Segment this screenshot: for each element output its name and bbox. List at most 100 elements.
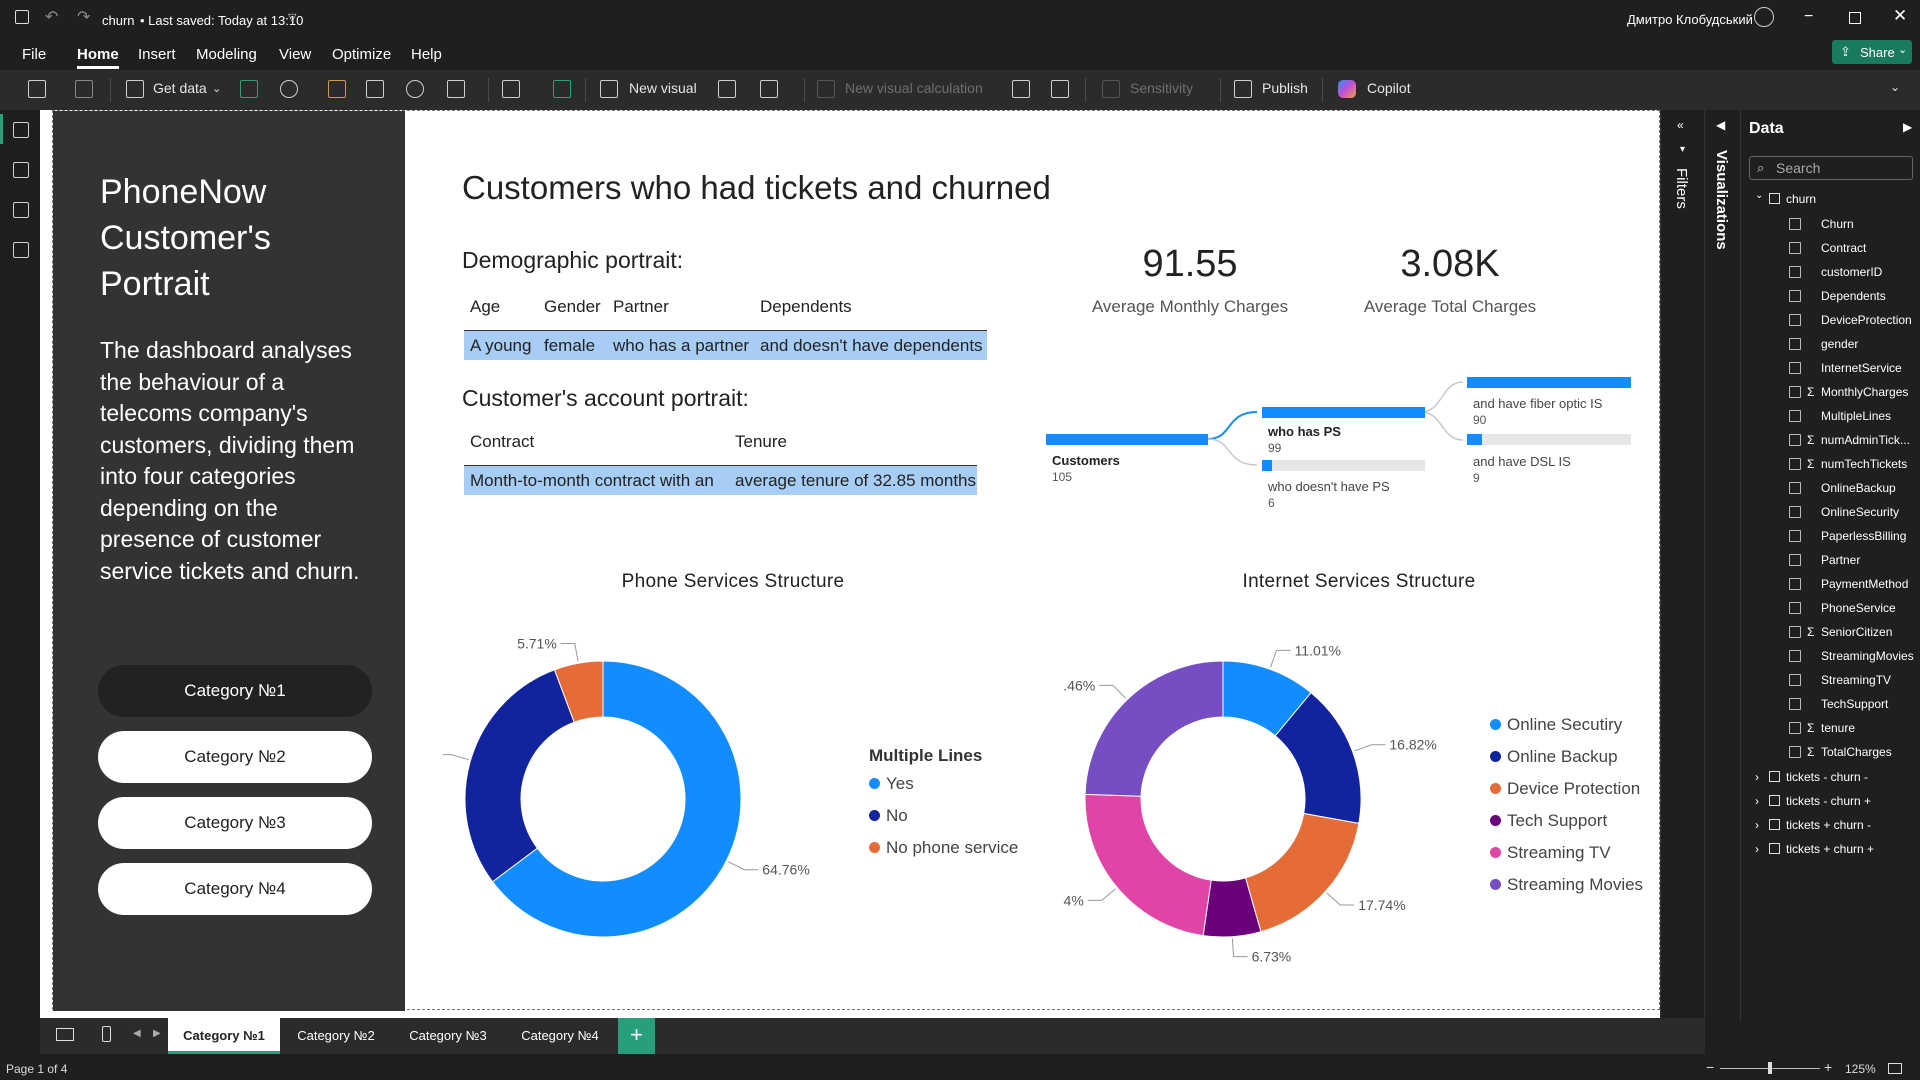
field-item[interactable]: Partner xyxy=(1821,553,1860,567)
zoom-in-icon[interactable]: + xyxy=(1824,1059,1832,1075)
dataverse-icon[interactable] xyxy=(406,80,424,98)
page-tab-2[interactable]: Category №2 xyxy=(280,1018,392,1054)
report-view-icon[interactable] xyxy=(13,122,29,138)
field-checkbox[interactable] xyxy=(1789,266,1801,278)
category-3-button[interactable]: Category №3 xyxy=(98,797,372,849)
internet-slice-4[interactable] xyxy=(1084,793,1212,937)
zoom-slider[interactable] xyxy=(1720,1062,1820,1074)
mobile-layout-icon[interactable] xyxy=(102,1026,111,1042)
table-item[interactable]: tickets - churn + xyxy=(1786,794,1871,808)
field-checkbox[interactable] xyxy=(1789,602,1801,614)
copilot-icon[interactable] xyxy=(1338,80,1356,98)
internet-legend-item[interactable]: Online Secutiry xyxy=(1490,715,1622,735)
sensitivity-button[interactable]: Sensitivity xyxy=(1130,80,1193,96)
field-checkbox[interactable] xyxy=(1789,386,1801,398)
field-checkbox[interactable] xyxy=(1789,290,1801,302)
new-visual-icon[interactable] xyxy=(600,80,618,98)
filters-label[interactable]: Filters xyxy=(1673,168,1690,209)
prev-page-icon[interactable]: ◀ xyxy=(133,1028,141,1039)
menu-file[interactable]: File xyxy=(22,46,46,63)
field-item[interactable]: PaymentMethod xyxy=(1821,577,1908,591)
paste-icon[interactable] xyxy=(28,80,46,98)
menu-optimize[interactable]: Optimize xyxy=(332,46,391,63)
chevron-right-icon[interactable]: › xyxy=(1755,842,1759,856)
field-item[interactable]: MonthlyCharges xyxy=(1821,385,1908,399)
field-checkbox[interactable] xyxy=(1789,218,1801,230)
menu-home[interactable]: Home xyxy=(77,46,119,69)
new-visual-button[interactable]: New visual xyxy=(629,80,697,96)
copilot-button[interactable]: Copilot xyxy=(1367,80,1411,96)
field-checkbox[interactable] xyxy=(1789,314,1801,326)
format-painter-icon[interactable] xyxy=(75,80,93,98)
category-4-button[interactable]: Category №4 xyxy=(98,863,372,915)
field-checkbox[interactable] xyxy=(1789,554,1801,566)
collapse-ribbon-icon[interactable]: ⌄ xyxy=(1890,80,1900,94)
field-checkbox[interactable] xyxy=(1789,482,1801,494)
demographic-row[interactable]: A young female who has a partner and doe… xyxy=(464,330,987,360)
field-item[interactable]: numAdminTick... xyxy=(1821,433,1910,447)
chevron-right-icon[interactable]: › xyxy=(1755,770,1759,784)
tree-node-bar-dsl[interactable] xyxy=(1467,434,1482,445)
publish-icon[interactable] xyxy=(1234,80,1252,98)
recent-sources-icon[interactable] xyxy=(447,80,465,98)
field-checkbox[interactable] xyxy=(1789,434,1801,446)
field-item[interactable]: Contract xyxy=(1821,241,1866,255)
field-checkbox[interactable] xyxy=(1789,746,1801,758)
internet-slice-2[interactable] xyxy=(1244,812,1360,933)
field-item[interactable]: InternetService xyxy=(1821,361,1902,375)
field-item[interactable]: Churn xyxy=(1821,217,1854,231)
field-checkbox[interactable] xyxy=(1789,458,1801,470)
save-icon[interactable] xyxy=(15,10,29,24)
field-checkbox[interactable] xyxy=(1789,626,1801,638)
tree-node-bar-has-ps[interactable] xyxy=(1262,407,1425,418)
page-tab-1[interactable]: Category №1 xyxy=(168,1018,280,1054)
internet-slice-5[interactable] xyxy=(1084,660,1224,797)
category-1-button[interactable]: Category №1 xyxy=(98,665,372,717)
field-checkbox[interactable] xyxy=(1789,722,1801,734)
internet-legend-item[interactable]: Streaming TV xyxy=(1490,843,1611,863)
field-item[interactable]: DeviceProtection xyxy=(1821,313,1912,327)
fit-to-page-icon[interactable] xyxy=(1888,1063,1902,1074)
internet-legend-item[interactable]: Online Backup xyxy=(1490,747,1618,767)
field-item[interactable]: StreamingTV xyxy=(1821,673,1891,687)
internet-legend-item[interactable]: Streaming Movies xyxy=(1490,875,1643,895)
chevron-right-icon[interactable]: › xyxy=(1755,818,1759,832)
add-page-button[interactable]: + xyxy=(618,1018,655,1054)
field-checkbox[interactable] xyxy=(1789,530,1801,542)
field-item[interactable]: PhoneService xyxy=(1821,601,1896,615)
share-button[interactable]: ⇪ Share ⌄ xyxy=(1832,40,1912,64)
menu-insert[interactable]: Insert xyxy=(138,46,176,63)
refresh-icon[interactable] xyxy=(553,80,571,98)
field-checkbox[interactable] xyxy=(1789,410,1801,422)
redo-icon[interactable]: ↷ xyxy=(77,7,90,27)
expand-icon[interactable]: ▶ xyxy=(1903,120,1912,134)
desktop-layout-icon[interactable] xyxy=(56,1028,74,1041)
visualizations-label[interactable]: Visualizations xyxy=(1713,150,1730,250)
chevron-down-icon[interactable]: ⌄ xyxy=(1755,190,1763,201)
field-item[interactable]: tenure xyxy=(1821,721,1855,735)
field-item[interactable]: OnlineBackup xyxy=(1821,481,1896,495)
page-tab-4[interactable]: Category №4 xyxy=(504,1018,616,1054)
tree-node-bar-fiber[interactable] xyxy=(1467,377,1631,388)
field-item[interactable]: Dependents xyxy=(1821,289,1886,303)
zoom-out-icon[interactable]: − xyxy=(1706,1059,1714,1075)
table-churn[interactable]: churn xyxy=(1786,192,1816,206)
publish-button[interactable]: Publish xyxy=(1262,80,1308,96)
new-measure-icon[interactable] xyxy=(1012,80,1030,98)
excel-icon[interactable] xyxy=(240,80,258,98)
dax-query-view-icon[interactable] xyxy=(13,242,29,258)
get-data-button[interactable]: Get data xyxy=(153,80,207,96)
menu-modeling[interactable]: Modeling xyxy=(196,46,257,63)
collapse-icon[interactable]: « xyxy=(1677,118,1684,132)
field-item[interactable]: TotalCharges xyxy=(1821,745,1892,759)
field-item[interactable]: MultipleLines xyxy=(1821,409,1891,423)
model-view-icon[interactable] xyxy=(13,202,29,218)
close-icon[interactable]: ✕ xyxy=(1893,6,1907,26)
category-2-button[interactable]: Category №2 xyxy=(98,731,372,783)
phone-legend-item[interactable]: No phone service xyxy=(869,838,1018,858)
phone-legend-item[interactable]: No xyxy=(869,806,908,826)
field-checkbox[interactable] xyxy=(1789,338,1801,350)
menu-help[interactable]: Help xyxy=(411,46,442,63)
field-checkbox[interactable] xyxy=(1789,242,1801,254)
chevron-down-icon[interactable]: ▽ xyxy=(288,11,296,24)
